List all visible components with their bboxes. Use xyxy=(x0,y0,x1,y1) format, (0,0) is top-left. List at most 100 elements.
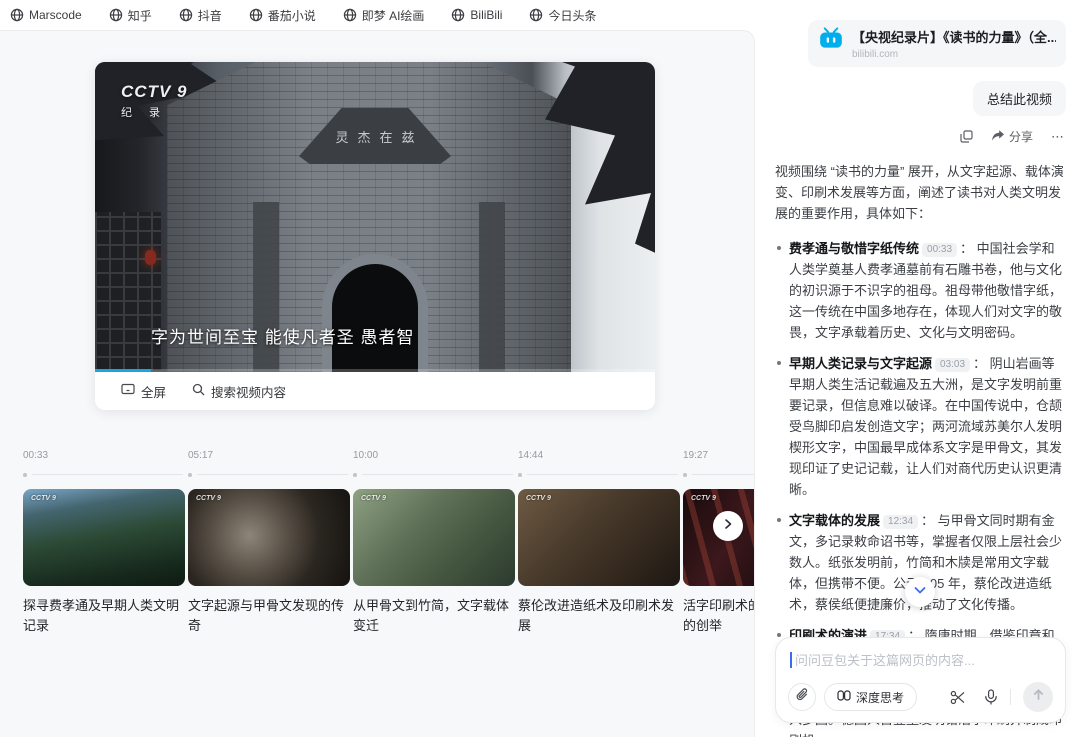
fullscreen-button[interactable]: 全屏 xyxy=(121,382,166,401)
bullet-title: 文字载体的发展 xyxy=(789,513,880,528)
deep-think-toggle[interactable]: 深度思考 xyxy=(824,683,917,711)
lattice-window xyxy=(95,212,161,372)
globe-icon xyxy=(179,8,193,22)
video-card: 灵杰在兹 CCTV 9 纪 录 字为世间至宝 能使凡者圣 愚者智 全屏 xyxy=(95,62,655,410)
track-line xyxy=(527,474,678,475)
globe-icon xyxy=(451,8,465,22)
chapter-thumbnail[interactable]: CCTV 9 xyxy=(23,489,185,586)
chapter-timestamp: 19:27 xyxy=(683,450,755,461)
message-actions: 分享 ⋯ xyxy=(775,128,1066,145)
chapter-thumbnail[interactable]: CCTV 9 xyxy=(188,489,350,586)
attach-button[interactable] xyxy=(788,683,816,711)
search-icon xyxy=(192,383,205,399)
track-line xyxy=(362,474,513,475)
bullet-timestamp[interactable]: 03:03 xyxy=(935,358,970,372)
chapter-track xyxy=(188,473,350,477)
paperclip-icon xyxy=(795,688,809,707)
video-progress-bar[interactable] xyxy=(95,369,655,372)
share-button[interactable]: 分享 xyxy=(991,128,1033,145)
thumbnail-watermark: CCTV 9 xyxy=(196,495,221,502)
progress-fill xyxy=(95,369,151,372)
chat-input-box[interactable]: 问问豆包关于这篇网页的内容... 深度思考 xyxy=(775,637,1066,723)
bookmark-label: BiliBili xyxy=(470,8,502,22)
bullet-timestamp[interactable]: 00:33 xyxy=(922,243,957,257)
deep-think-icon xyxy=(837,690,851,704)
bullet-body: ： 阴山岩画等早期人类生活记载遍及五大洲，是文字发明前重要记录，但信息难以破译。… xyxy=(789,356,1062,497)
bookmark-label: Marscode xyxy=(29,8,82,22)
bookmark-item[interactable]: 知乎 xyxy=(109,7,152,24)
chapter-item: 14:44 CCTV 9 蔡伦改进造纸术及印刷术发展 xyxy=(518,450,680,636)
bilibili-icon xyxy=(818,27,844,56)
red-lantern xyxy=(145,250,156,265)
video-toolbar: 全屏 搜索视频内容 xyxy=(95,372,655,410)
bookmark-label: 知乎 xyxy=(128,7,152,24)
thumbnail-watermark: CCTV 9 xyxy=(31,495,56,502)
bookmark-item[interactable]: 抖音 xyxy=(179,7,222,24)
chapter-thumbnail[interactable]: CCTV 9 xyxy=(518,489,680,586)
track-dot xyxy=(23,473,27,477)
chapter-track xyxy=(518,473,680,477)
summary-intro: 视频围绕 “读书的力量” 展开，从文字起源、载体演变、印刷术发展等方面，阐述了读… xyxy=(775,161,1066,224)
thumbnail-watermark: CCTV 9 xyxy=(526,495,551,502)
globe-icon xyxy=(10,8,24,22)
track-dot xyxy=(353,473,357,477)
bookmark-item[interactable]: Marscode xyxy=(10,8,82,22)
thumbnail-watermark: CCTV 9 xyxy=(691,495,716,502)
chevron-right-icon xyxy=(722,517,734,535)
bullet-title: 费孝通与敬惜字纸传统 xyxy=(789,241,919,256)
bookmarks-bar: Marscode 知乎 抖音 番茄小说 即梦 A xyxy=(0,0,760,30)
share-label: 分享 xyxy=(1009,128,1033,145)
bullet-title: 早期人类记录与文字起源 xyxy=(789,356,932,371)
chapter-caption[interactable]: 活字印刷术的 的创举 xyxy=(683,596,755,636)
chapter-caption[interactable]: 蔡伦改进造纸术及印刷术发展 xyxy=(518,596,678,636)
next-chapters-button[interactable] xyxy=(713,511,743,541)
arch-doorway xyxy=(332,264,418,372)
more-actions-button[interactable]: ⋯ xyxy=(1051,129,1066,145)
chapter-track xyxy=(683,473,755,477)
track-dot xyxy=(518,473,522,477)
globe-icon xyxy=(529,8,543,22)
bookmark-item[interactable]: 番茄小说 xyxy=(249,7,316,24)
chapter-timestamp: 14:44 xyxy=(518,450,680,461)
chevron-down-icon xyxy=(913,583,927,602)
scroll-down-button[interactable] xyxy=(905,577,935,607)
snip-button[interactable] xyxy=(950,690,966,705)
chapter-timestamp: 10:00 xyxy=(353,450,515,461)
chapter-caption[interactable]: 从甲骨文到竹简，文字载体变迁 xyxy=(353,596,513,636)
track-dot xyxy=(683,473,687,477)
bookmark-item[interactable]: 今日头条 xyxy=(529,7,596,24)
search-video-label: 搜索视频内容 xyxy=(211,382,286,401)
bookmark-item[interactable]: 即梦 AI绘画 xyxy=(343,7,425,24)
summarize-video-chip[interactable]: 总结此视频 xyxy=(973,81,1066,116)
bookmark-label: 抖音 xyxy=(198,7,222,24)
chapter-caption[interactable]: 探寻费孝通及早期人类文明记录 xyxy=(23,596,183,636)
search-video-button[interactable]: 搜索视频内容 xyxy=(192,382,286,401)
copy-button[interactable] xyxy=(960,130,973,143)
bookmark-item[interactable]: BiliBili xyxy=(451,8,502,22)
channel-watermark: CCTV 9 纪 录 xyxy=(121,82,187,120)
text-caret xyxy=(790,652,792,668)
bullet-timestamp[interactable]: 12:34 xyxy=(883,515,918,529)
voice-input-button[interactable] xyxy=(984,689,998,705)
fullscreen-icon xyxy=(121,383,135,399)
chat-input-placeholder: 问问豆包关于这篇网页的内容... xyxy=(795,650,975,669)
chapter-strip: 00:33 CCTV 9 探寻费孝通及早期人类文明记录 05:17 CCTV 9… xyxy=(23,450,755,636)
chapter-item: 05:17 CCTV 9 文字起源与甲骨文发现的传奇 xyxy=(188,450,350,636)
track-dot xyxy=(188,473,192,477)
chapter-track xyxy=(23,473,185,477)
globe-icon xyxy=(343,8,357,22)
source-title: 【央视纪录片】《读书的力量》（全... xyxy=(852,27,1056,46)
source-page-card[interactable]: 【央视纪录片】《读书的力量》（全... bilibili.com xyxy=(808,20,1066,67)
video-player[interactable]: 灵杰在兹 CCTV 9 纪 录 字为世间至宝 能使凡者圣 愚者智 xyxy=(95,62,655,372)
globe-icon xyxy=(249,8,263,22)
thumbnail-watermark: CCTV 9 xyxy=(361,495,386,502)
chapter-caption[interactable]: 文字起源与甲骨文发现的传奇 xyxy=(188,596,348,636)
chapter-timestamp: 05:17 xyxy=(188,450,350,461)
bookmark-label: 今日头条 xyxy=(548,7,596,24)
summary-bullet: 费孝通与敬惜字纸传统00:33： 中国社会学和人类学奠基人费孝通墓前有石雕书卷，… xyxy=(775,238,1066,343)
deep-think-label: 深度思考 xyxy=(856,689,904,706)
chapter-item: 00:33 CCTV 9 探寻费孝通及早期人类文明记录 xyxy=(23,450,185,636)
source-domain: bilibili.com xyxy=(852,49,1056,60)
send-button[interactable] xyxy=(1023,682,1053,712)
chapter-thumbnail[interactable]: CCTV 9 xyxy=(353,489,515,586)
